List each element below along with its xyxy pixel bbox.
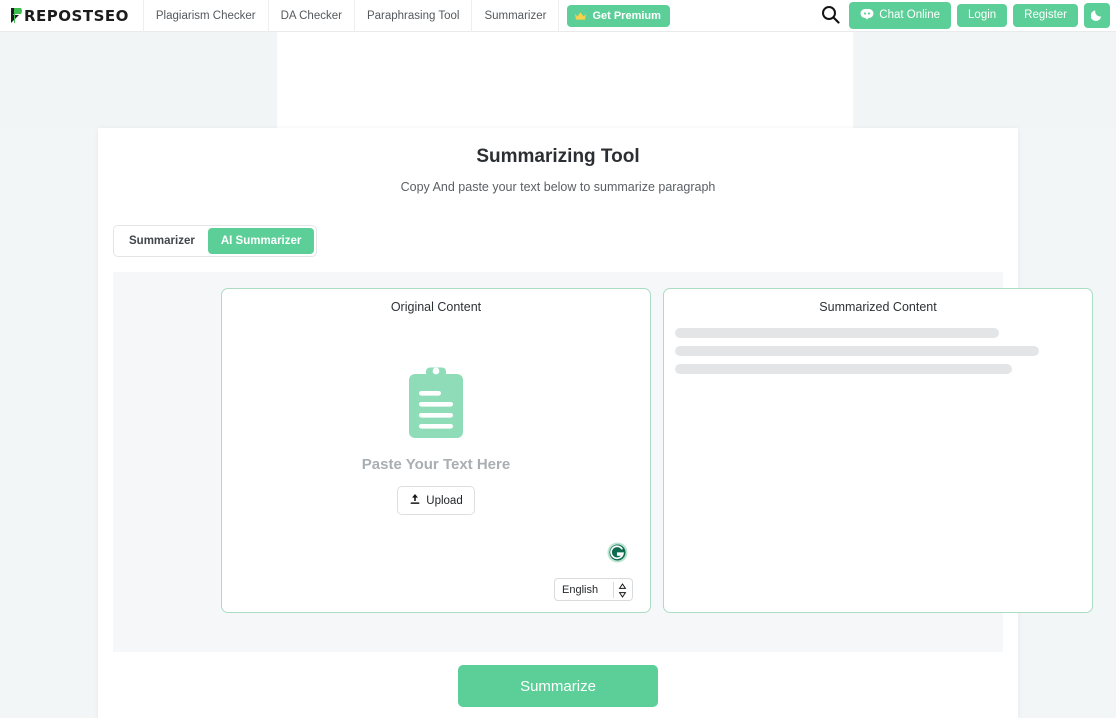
site-logo[interactable]: REPOSTSEO [0,0,144,32]
crown-icon [574,11,587,21]
ad-slot [277,32,853,128]
updown-chevron-icon [617,582,628,599]
nav-item-plagiarism-checker[interactable]: Plagiarism Checker [144,0,269,32]
chat-online-label: Chat Online [879,8,941,21]
tab-ai-summarizer[interactable]: AI Summarizer [207,228,315,254]
upload-icon [409,493,421,508]
tab-summarizer[interactable]: Summarizer [116,228,208,254]
site-header: REPOSTSEO Plagiarism Checker DA Checker … [0,0,1116,32]
page-root: REPOSTSEO Plagiarism Checker DA Checker … [0,0,1116,718]
site-logo-text: REPOSTSEO [24,6,129,25]
grammarly-icon[interactable] [607,542,628,563]
prepostseo-p-mark-icon [10,7,23,24]
skeleton-line [675,328,999,338]
get-premium-button[interactable]: Get Premium [567,4,670,27]
register-button[interactable]: Register [1013,3,1078,28]
nav-item-paraphrasing-tool[interactable]: Paraphrasing Tool [355,0,473,32]
login-button[interactable]: Login [957,3,1008,28]
search-icon [821,5,840,27]
original-content-panel: Original Content Paste Your Text Here Up… [221,288,651,613]
primary-nav: Plagiarism Checker DA Checker Paraphrasi… [144,0,678,32]
original-content-heading: Original Content [390,300,482,314]
paste-placeholder[interactable]: Paste Your Text Here Upload [222,366,650,515]
nav-item-summarizer[interactable]: Summarizer [472,0,560,32]
upload-label: Upload [426,494,463,507]
clipboard-icon [407,366,465,440]
language-separator [613,582,614,598]
skeleton-line [675,346,1039,356]
summarized-content-panel: Summarized Content [663,288,1093,613]
summarizer-card: Summarizing Tool Copy And paste your tex… [98,128,1093,718]
summarize-button-wrapper: Summarize [98,665,1018,707]
mode-tabs: Summarizer AI Summarizer [113,225,318,257]
chat-bubble-icon [860,8,874,24]
moon-icon [1090,8,1104,24]
chat-online-button[interactable]: Chat Online [849,1,952,30]
page-subtitle: Copy And paste your text below to summar… [400,180,716,194]
header-actions: Chat Online Login Register [817,1,1116,30]
login-label: Login [968,8,997,21]
language-value: English [562,583,599,596]
skeleton-line [675,364,1012,374]
upload-button[interactable]: Upload [397,486,475,515]
theme-toggle-button[interactable] [1084,3,1110,28]
premium-wrapper: Get Premium [559,0,677,32]
nav-item-da-checker[interactable]: DA Checker [269,0,355,32]
language-select[interactable]: English [554,578,633,601]
summarized-content-heading: Summarized Content [819,300,937,314]
get-premium-label: Get Premium [592,9,661,22]
paste-text-label: Paste Your Text Here [361,456,511,473]
search-button[interactable] [817,3,843,29]
page-title: Summarizing Tool [476,146,640,167]
summarize-button[interactable]: Summarize [458,665,658,707]
register-label: Register [1024,8,1067,21]
